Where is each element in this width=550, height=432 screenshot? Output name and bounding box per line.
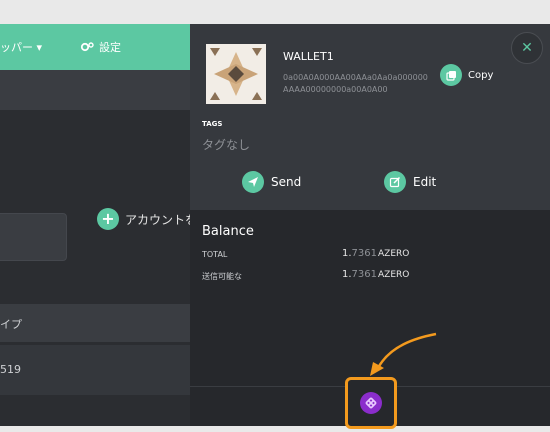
settings-label: 設定 (99, 41, 121, 54)
amount-decimal: 7361 (351, 269, 377, 280)
top-bar: ッパー ▾ 設定 (0, 24, 200, 70)
copy-button[interactable]: Copy (440, 64, 493, 86)
annotation-arrow-icon (370, 332, 437, 376)
balance-available-currency: AZERO (378, 270, 410, 280)
extension-highlight (345, 377, 397, 429)
amount-integer: 1. (342, 269, 352, 280)
settings-menu[interactable]: 設定 (80, 39, 121, 55)
sub-bar (0, 70, 200, 110)
background-input[interactable] (0, 213, 67, 261)
edit-icon (384, 171, 406, 193)
wallet-identicon-icon (206, 44, 266, 104)
copy-label: Copy (468, 69, 494, 81)
table-row[interactable]: 519 (0, 345, 200, 395)
table-header-row: イプ (0, 304, 200, 342)
app-window: ッパー ▾ 設定 + アカウントを イプ 519 WALLET1 0a00A0A… (0, 24, 550, 426)
balance-total-currency: AZERO (378, 249, 410, 259)
add-account-button[interactable]: + アカウントを (97, 208, 197, 230)
balance-available-amount: 1.7361 (342, 269, 377, 280)
type-column-label: イプ (0, 318, 22, 331)
send-button[interactable]: Send (242, 171, 301, 193)
balance-total-label: TOTAL (202, 250, 228, 259)
gear-icon (80, 42, 94, 52)
member-menu[interactable]: ッパー ▾ (0, 39, 42, 55)
amount-integer: 1. (342, 248, 352, 259)
balance-total-amount: 1.7361 (342, 248, 377, 259)
balance-available-label: 送信可能な (202, 272, 242, 281)
edit-button[interactable]: Edit (384, 171, 436, 193)
extension-icon[interactable] (360, 392, 382, 414)
edit-label: Edit (413, 175, 437, 189)
tags-title: TAGS (202, 120, 223, 128)
plus-icon: + (97, 208, 119, 230)
tags-value: タグなし (202, 138, 251, 152)
add-account-label: アカウントを (125, 212, 198, 227)
send-label: Send (271, 175, 302, 189)
wallet-card: WALLET1 0a00A0A000AA00AAa0Aa0a000000AAAA… (190, 24, 550, 210)
wallet-name: WALLET1 (283, 50, 334, 63)
close-icon: ✕ (521, 40, 533, 56)
amount-decimal: 7361 (351, 248, 377, 259)
send-icon (242, 171, 264, 193)
wallet-address: 0a00A0A000AA00AAa0Aa0a000000AAAA00000000… (283, 73, 428, 94)
copy-icon (440, 64, 462, 86)
row-value: 519 (0, 363, 21, 376)
balance-title: Balance (202, 224, 254, 239)
close-button[interactable]: ✕ (511, 32, 543, 64)
